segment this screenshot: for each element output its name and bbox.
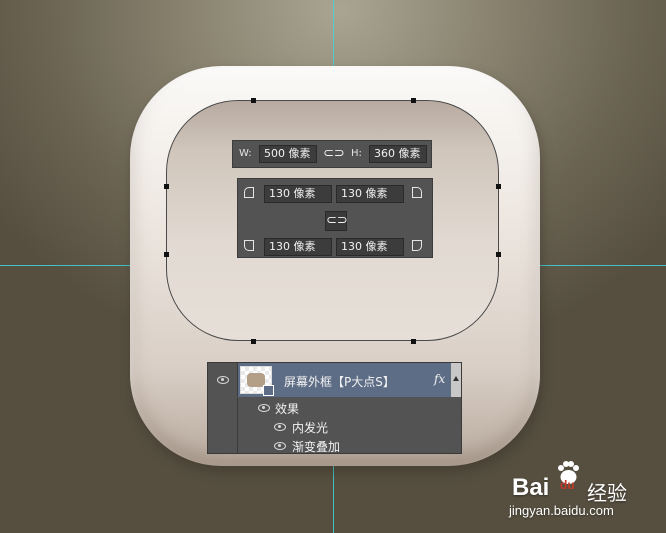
scroll-up-icon[interactable] bbox=[453, 376, 459, 381]
layer-thumbnail bbox=[240, 366, 274, 396]
eye-icon[interactable] bbox=[274, 423, 286, 431]
eye-icon[interactable] bbox=[217, 376, 229, 384]
link-dimensions-icon[interactable]: ⊂⊃ bbox=[323, 145, 345, 163]
watermark-cn: 经验 bbox=[587, 481, 627, 505]
watermark-paw-text: du bbox=[560, 478, 575, 492]
layers-panel: 屏幕外框【P大点S】 fx 效果 内发光 渐变叠加 bbox=[207, 362, 462, 454]
scrollbar[interactable] bbox=[451, 363, 461, 397]
effect-name: 内发光 bbox=[292, 421, 329, 435]
effect-row[interactable]: 渐变叠加 bbox=[208, 436, 461, 455]
effect-row[interactable]: 内发光 bbox=[208, 417, 461, 436]
watermark-url: jingyan.baidu.com bbox=[509, 503, 614, 518]
bottom-left-radius-field[interactable]: 130 像素 bbox=[264, 238, 332, 256]
fx-icon[interactable]: fx bbox=[434, 372, 445, 386]
width-field[interactable]: 500 像素 bbox=[259, 145, 317, 163]
top-right-corner-icon bbox=[412, 187, 422, 198]
layer-name[interactable]: 屏幕外框【P大点S】 bbox=[284, 373, 395, 390]
height-field[interactable]: 360 像素 bbox=[369, 145, 427, 163]
height-label: H: bbox=[351, 148, 362, 159]
transform-handle[interactable] bbox=[411, 98, 416, 103]
effects-label: 效果 bbox=[275, 402, 300, 416]
dimensions-panel: W: 500 像素 ⊂⊃ H: 360 像素 bbox=[232, 140, 432, 168]
top-left-radius-field[interactable]: 130 像素 bbox=[264, 185, 332, 203]
transform-handle[interactable] bbox=[164, 252, 169, 257]
watermark-brand: Bai bbox=[512, 474, 550, 501]
transform-handle[interactable] bbox=[496, 252, 501, 257]
bottom-right-radius-field[interactable]: 130 像素 bbox=[336, 238, 404, 256]
transform-handle[interactable] bbox=[251, 339, 256, 344]
eye-icon[interactable] bbox=[274, 442, 286, 450]
effect-name: 渐变叠加 bbox=[292, 440, 341, 454]
width-label: W: bbox=[239, 148, 252, 159]
transform-handle[interactable] bbox=[496, 184, 501, 189]
shape-layer-icon bbox=[263, 385, 274, 396]
bottom-left-corner-icon bbox=[244, 240, 254, 251]
transform-handle[interactable] bbox=[251, 98, 256, 103]
link-radii-icon[interactable]: ⊂⊃ bbox=[325, 211, 348, 231]
top-right-radius-field[interactable]: 130 像素 bbox=[336, 185, 404, 203]
layer-row[interactable]: 屏幕外框【P大点S】 fx bbox=[208, 363, 461, 397]
eye-icon[interactable] bbox=[258, 404, 270, 412]
bottom-right-corner-icon bbox=[412, 240, 422, 251]
transform-handle[interactable] bbox=[164, 184, 169, 189]
corner-radius-panel: 130 像素 130 像素 ⊂⊃ 130 像素 130 像素 bbox=[237, 178, 433, 258]
top-left-corner-icon bbox=[244, 187, 254, 198]
transform-handle[interactable] bbox=[411, 339, 416, 344]
effects-row[interactable]: 效果 bbox=[208, 398, 461, 454]
visibility-column bbox=[208, 363, 238, 397]
